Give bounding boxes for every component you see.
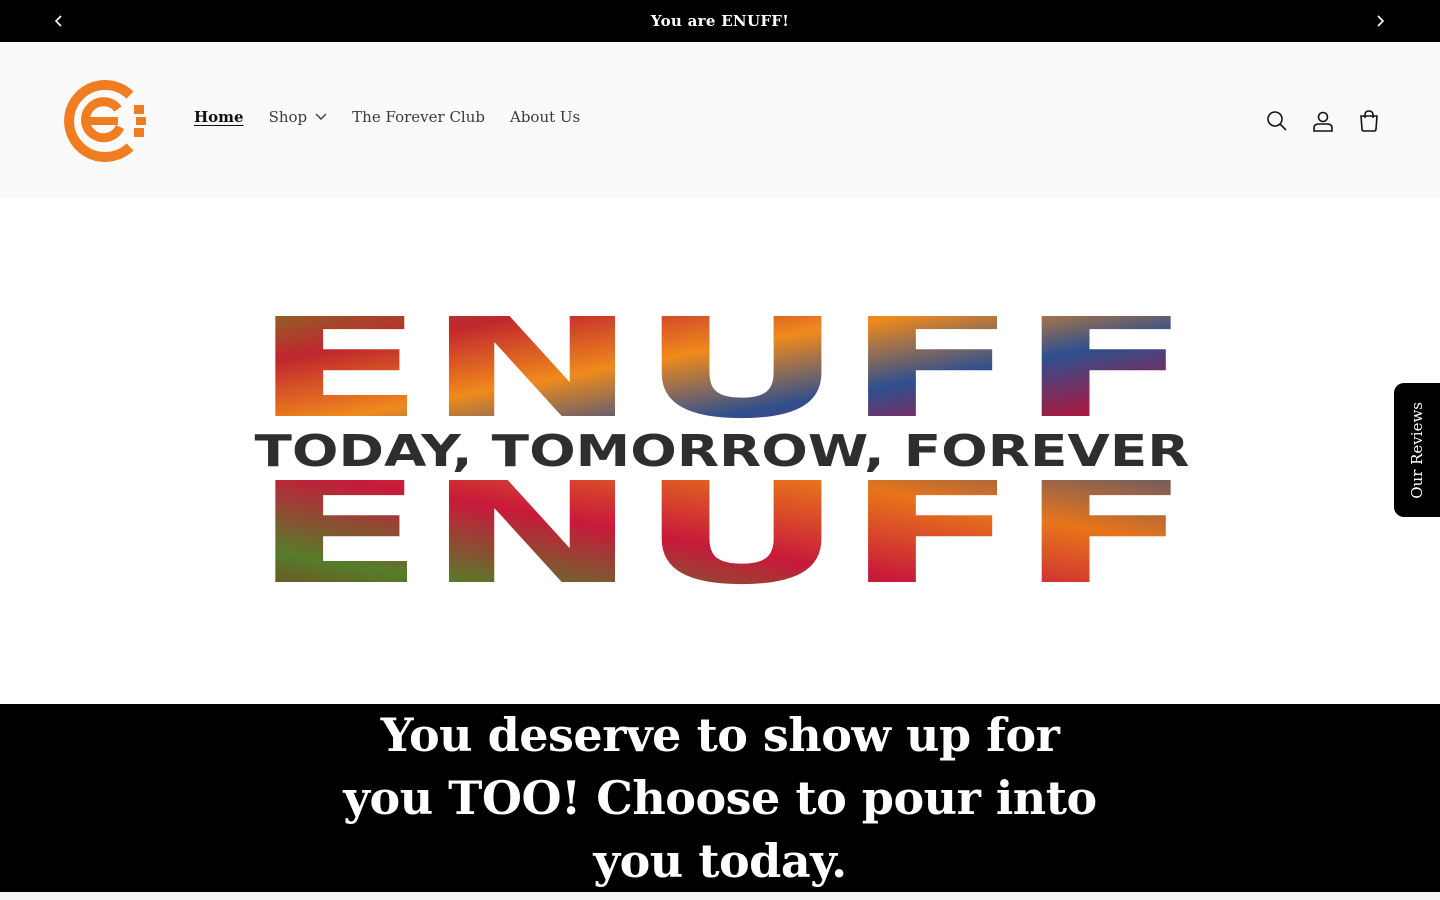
cart-icon[interactable] <box>1356 108 1382 134</box>
chevron-left-icon[interactable] <box>49 11 69 31</box>
chevron-down-icon <box>315 113 327 120</box>
chevron-right-icon[interactable] <box>1370 11 1390 31</box>
account-icon[interactable] <box>1310 108 1336 134</box>
announcement-text: You are ENUFF! <box>650 12 790 30</box>
hero-banner: ENUFF ENUFF TODAY, TOMORROW, FOREVER <box>0 198 1440 704</box>
main-nav: Home Shop The Forever Club About Us <box>194 108 605 126</box>
our-reviews-label: Our Reviews <box>1408 401 1426 499</box>
nav-forever-club-label: The Forever Club <box>352 108 485 126</box>
enuff-logo[interactable] <box>60 77 148 165</box>
nav-forever-club[interactable]: The Forever Club <box>352 108 485 126</box>
page-divider <box>0 892 1440 900</box>
nav-home[interactable]: Home <box>194 108 244 126</box>
nav-shop-label: Shop <box>268 108 308 126</box>
hero-tagline: TODAY, TOMORROW, FOREVER <box>255 426 1190 477</box>
nav-about-us-label: About Us <box>509 108 581 126</box>
announcement-bar: You are ENUFF! <box>0 0 1440 42</box>
nav-home-label: Home <box>194 108 244 126</box>
our-reviews-tab[interactable]: Our Reviews <box>1394 383 1440 517</box>
nav-about-us[interactable]: About Us <box>510 108 580 126</box>
enuff-hero-art: ENUFF ENUFF TODAY, TOMORROW, FOREVER <box>250 316 1195 588</box>
nav-shop[interactable]: Shop <box>269 108 328 126</box>
search-icon[interactable] <box>1264 108 1290 134</box>
header-actions <box>1264 108 1402 134</box>
site-header: Home Shop The Forever Club About Us <box>0 42 1440 198</box>
statement-section: You deserve to show up for you TOO! Choo… <box>0 704 1440 892</box>
statement-heading: You deserve to show up for you TOO! Choo… <box>343 708 1097 888</box>
